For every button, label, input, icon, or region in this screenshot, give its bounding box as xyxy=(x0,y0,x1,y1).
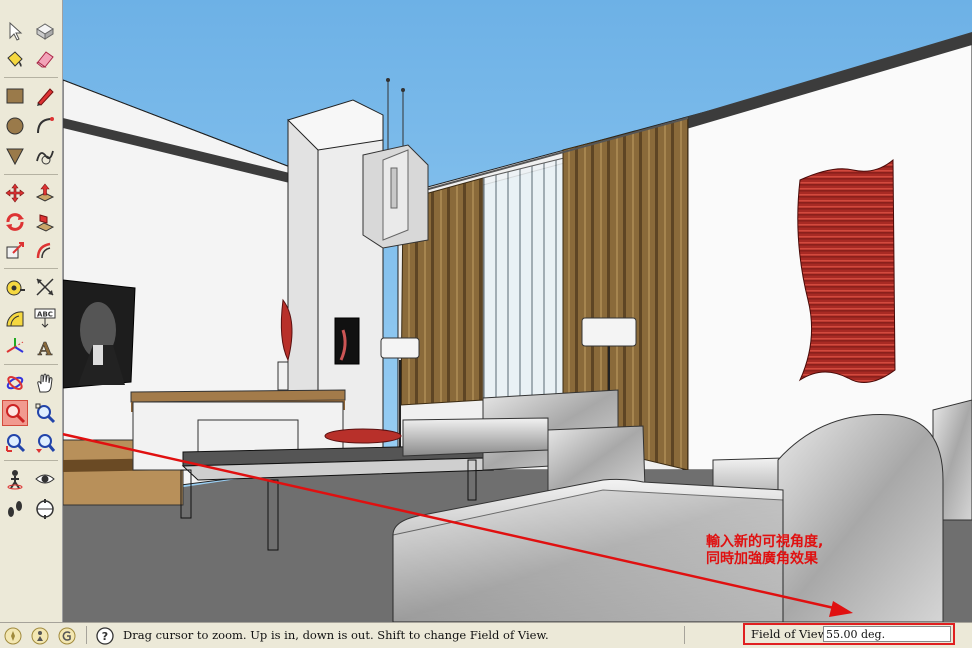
look-around-tool[interactable] xyxy=(32,466,58,492)
status-bar: ? Drag cursor to zoom. Up is in, down is… xyxy=(0,622,972,648)
scale-icon xyxy=(6,242,24,259)
eraser-tool[interactable] xyxy=(32,46,58,72)
rotate-tool[interactable] xyxy=(2,209,28,235)
arc-tool[interactable] xyxy=(32,113,58,139)
section-glyph: A xyxy=(37,339,53,358)
svg-text:?: ? xyxy=(102,630,108,643)
tools-toolbar: ABC A xyxy=(0,0,63,622)
credits-icon[interactable] xyxy=(31,627,49,645)
tape-measure-icon xyxy=(6,280,25,296)
drawing-viewport[interactable] xyxy=(63,0,972,622)
toolbar-separator xyxy=(4,460,58,461)
move-tool[interactable] xyxy=(2,180,28,206)
line-tool[interactable] xyxy=(32,83,58,109)
pan-tool[interactable] xyxy=(32,370,58,396)
zoom-window-tool[interactable] xyxy=(32,400,58,426)
section-plane-icon xyxy=(36,499,54,519)
annotation-line-1: 輸入新的可視角度, xyxy=(706,534,824,550)
axes-tool[interactable] xyxy=(2,334,28,360)
push-pull-icon xyxy=(35,183,55,202)
eraser-icon xyxy=(36,51,54,68)
position-camera-icon xyxy=(7,470,23,490)
dimension-icon xyxy=(36,278,54,296)
move-arrows-icon xyxy=(5,183,25,203)
measurements-label: Field of View xyxy=(751,627,828,641)
zoom-tool[interactable] xyxy=(2,400,28,426)
position-camera-tool[interactable] xyxy=(2,466,28,492)
status-divider xyxy=(86,626,87,644)
instructor-help-icon[interactable]: ? xyxy=(96,627,114,645)
zoom-window-icon xyxy=(35,403,56,424)
paint-bucket-icon xyxy=(7,51,23,67)
3d-text-tool[interactable]: A xyxy=(32,334,58,360)
measurements-box: Field of View xyxy=(743,623,955,645)
status-hint-text: Drag cursor to zoom. Up is in, down is o… xyxy=(123,628,549,642)
walk-tool[interactable] xyxy=(2,496,28,522)
polygon-tool[interactable] xyxy=(2,143,28,169)
text-tool[interactable]: ABC xyxy=(32,305,58,331)
circle-icon xyxy=(6,117,24,135)
zoom-extents-tool[interactable] xyxy=(2,430,28,456)
tape-measure-tool[interactable] xyxy=(2,274,28,300)
geo-location-icon[interactable] xyxy=(4,627,22,645)
orbit-tool[interactable] xyxy=(2,370,28,396)
dimension-tool[interactable] xyxy=(32,274,58,300)
offset-icon xyxy=(36,242,51,259)
section-plane-tool[interactable] xyxy=(32,496,58,522)
freehand-icon xyxy=(36,150,54,165)
offset-tool[interactable] xyxy=(32,238,58,264)
footprints-icon xyxy=(8,501,22,517)
google-sign-in-icon[interactable] xyxy=(58,627,76,645)
toolbar-separator xyxy=(4,268,58,269)
orbit-icon xyxy=(6,376,24,390)
3d-text-icon: A xyxy=(37,339,54,358)
hand-icon xyxy=(37,373,53,393)
annotation-callout: 輸入新的可視角度, 同時加強廣角效果 xyxy=(706,534,823,568)
protractor-tool[interactable] xyxy=(2,305,28,331)
scale-tool[interactable] xyxy=(2,238,28,264)
previous-view-icon xyxy=(36,434,56,453)
push-pull-tool[interactable] xyxy=(32,180,58,206)
paint-bucket-tool[interactable] xyxy=(2,46,28,72)
follow-me-tool[interactable] xyxy=(32,209,58,235)
rectangle-tool[interactable] xyxy=(2,83,28,109)
follow-me-icon xyxy=(35,214,55,232)
toolbar-separator xyxy=(4,77,58,78)
text-label-icon: ABC xyxy=(34,308,56,328)
zoom-extents-icon xyxy=(6,434,26,453)
scene-rendering xyxy=(63,0,972,622)
text-tool-glyph: ABC xyxy=(37,311,53,319)
eye-icon xyxy=(35,474,55,484)
toolbar-separator xyxy=(4,364,58,365)
rectangle-icon xyxy=(6,88,24,104)
magnifier-icon xyxy=(6,404,26,424)
freehand-tool[interactable] xyxy=(32,143,58,169)
pencil-icon xyxy=(37,88,54,106)
arc-icon xyxy=(37,117,54,134)
arrow-cursor-icon xyxy=(9,21,23,41)
make-component-tool[interactable] xyxy=(32,18,58,44)
component-icon xyxy=(36,23,54,40)
rotate-icon xyxy=(6,213,24,231)
polygon-icon xyxy=(6,148,24,166)
circle-tool[interactable] xyxy=(2,113,28,139)
protractor-icon xyxy=(6,311,24,327)
select-tool[interactable] xyxy=(2,18,28,44)
field-of-view-input[interactable] xyxy=(823,626,951,642)
toolbar-separator xyxy=(4,174,58,175)
axes-icon xyxy=(6,338,24,353)
status-divider xyxy=(684,626,685,644)
previous-view-tool[interactable] xyxy=(32,430,58,456)
annotation-line-2: 同時加強廣角效果 xyxy=(706,551,818,567)
